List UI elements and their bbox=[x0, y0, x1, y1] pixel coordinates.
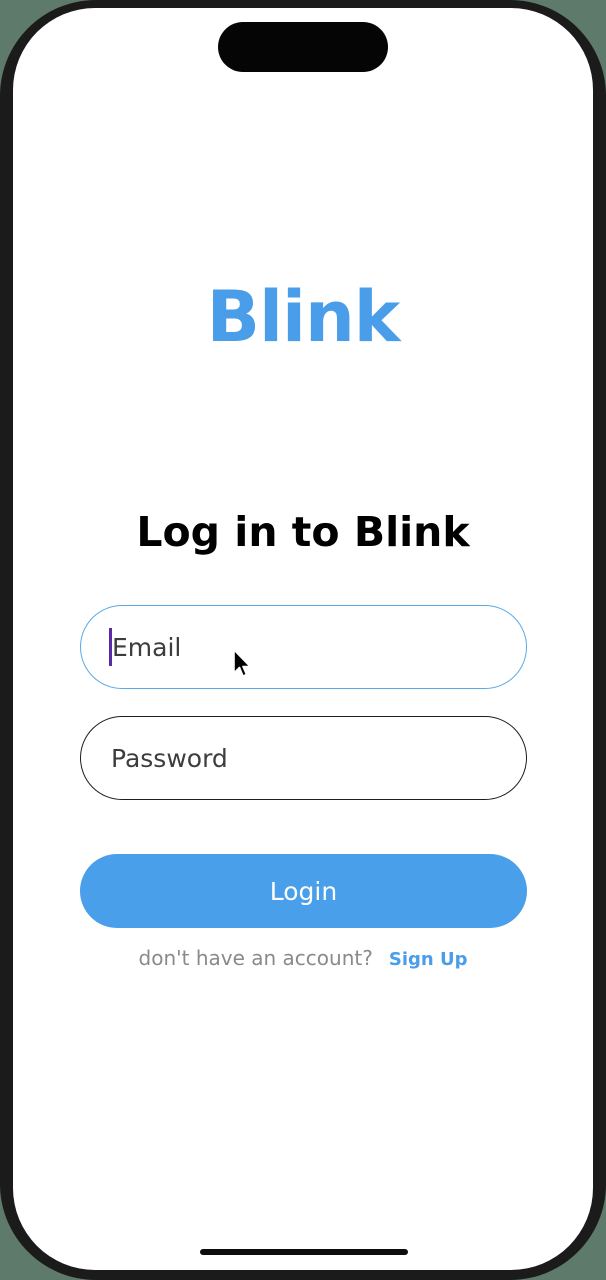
email-placeholder: Email bbox=[112, 632, 182, 662]
login-button[interactable]: Login bbox=[80, 854, 527, 928]
signup-link[interactable]: Sign Up bbox=[389, 949, 468, 970]
home-indicator[interactable] bbox=[200, 1249, 408, 1255]
page-title: Log in to Blink bbox=[136, 508, 470, 556]
signup-row: don't have an account? Sign Up bbox=[13, 946, 593, 970]
password-field[interactable]: Password bbox=[80, 716, 527, 800]
signup-prompt: don't have an account? bbox=[138, 946, 373, 970]
dynamic-island bbox=[218, 22, 388, 72]
mouse-pointer-icon bbox=[233, 649, 251, 677]
phone-screen: Blink Log in to Blink Email Password Log… bbox=[13, 8, 593, 1270]
login-button-label: Login bbox=[269, 876, 338, 906]
password-placeholder: Password bbox=[111, 743, 228, 773]
app-logo: Blink bbox=[206, 276, 401, 358]
email-field[interactable]: Email bbox=[80, 605, 527, 689]
